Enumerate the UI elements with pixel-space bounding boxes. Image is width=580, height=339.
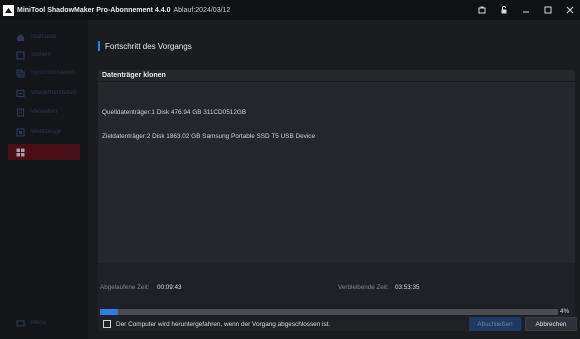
main-content: Fortschritt des Vorgangs Datenträger klo… [88, 20, 580, 339]
finish-button[interactable]: Abschließen [469, 317, 521, 331]
progress-percent: 4% [560, 308, 570, 315]
remaining-time-value: 03:53:35 [395, 284, 420, 291]
progress-bar [100, 309, 558, 315]
restore-icon[interactable] [476, 4, 488, 16]
app-logo-icon [3, 4, 14, 16]
sidebar-item-label: Sichern [31, 52, 52, 58]
page-title: Fortschritt des Vorgangs [98, 41, 192, 51]
home-icon [16, 33, 25, 42]
app-title: MiniTool ShadowMaker Pro-Abonnement 4.4.… [17, 6, 171, 14]
target-disk-info: Zieldatenträger:2 Disk 1863.02 GB Samsun… [102, 133, 316, 140]
sidebar-item-label: Verwalten [31, 109, 58, 115]
minimize-icon[interactable] [520, 4, 532, 16]
manage-icon [16, 107, 25, 117]
restore-icon [16, 89, 25, 98]
title-bar: MiniTool ShadowMaker Pro-Abonnement 4.4.… [0, 0, 580, 20]
sidebar: Startseite Sichern Synchronisieren Wiede… [0, 20, 88, 339]
menu-icon [16, 319, 25, 328]
sidebar-item-manage[interactable]: Verwalten [8, 104, 80, 120]
sidebar-item-label: Startseite [31, 34, 57, 40]
title-accent-bar [98, 41, 100, 51]
unlock-icon[interactable] [498, 4, 510, 16]
progress-fill [100, 309, 119, 315]
maximize-icon[interactable] [542, 4, 554, 16]
panel-header: Datenträger klonen [102, 72, 166, 79]
shutdown-checkbox[interactable] [103, 320, 111, 328]
close-icon[interactable] [564, 4, 576, 16]
shutdown-label: Der Computer wird heruntergefahren, wenn… [116, 320, 331, 328]
shutdown-option[interactable]: Der Computer wird heruntergefahren, wenn… [103, 320, 330, 328]
elapsed-time-label: Abgelaufene Zeit: [100, 284, 150, 291]
sidebar-item-label: Tools [31, 149, 46, 155]
sidebar-item-sync[interactable]: Synchronisieren [8, 65, 80, 81]
sidebar-item-label: Synchronisieren [31, 70, 75, 76]
cancel-button[interactable]: Abbrechen [525, 317, 577, 331]
page-title-text: Fortschritt des Vorgangs [105, 41, 192, 51]
sidebar-item-grid[interactable]: Tools [8, 144, 80, 160]
clone-info-panel: Datenträger klonen Quelldatenträger:1 Di… [98, 70, 575, 263]
source-disk-info: Quelldatenträger:1 Disk 476.94 GB 311CD0… [102, 109, 247, 116]
backup-icon [16, 50, 25, 60]
sidebar-item-label: Wiederherstellen [31, 90, 77, 96]
elapsed-time-value: 00:09:43 [157, 284, 182, 291]
sync-icon [16, 68, 25, 78]
grid-icon [16, 148, 25, 157]
tools-icon [16, 127, 25, 137]
sidebar-item-backup[interactable]: Sichern [8, 47, 80, 63]
sidebar-item-tools[interactable]: Werkzeuge [8, 124, 80, 140]
sidebar-item-menu[interactable]: Menü [8, 315, 80, 331]
license-expiry: Ablauf:2024/03/12 [173, 6, 231, 14]
sidebar-item-label: Werkzeuge [31, 129, 62, 135]
sidebar-item-label: Menü [31, 320, 47, 326]
panel-divider [98, 81, 575, 82]
sidebar-item-restore[interactable]: Wiederherstellen [8, 85, 80, 101]
window-controls [476, 4, 576, 16]
remaining-time-label: Verbleibende Zeit: [338, 284, 389, 291]
sidebar-item-home[interactable]: Startseite [8, 29, 80, 45]
